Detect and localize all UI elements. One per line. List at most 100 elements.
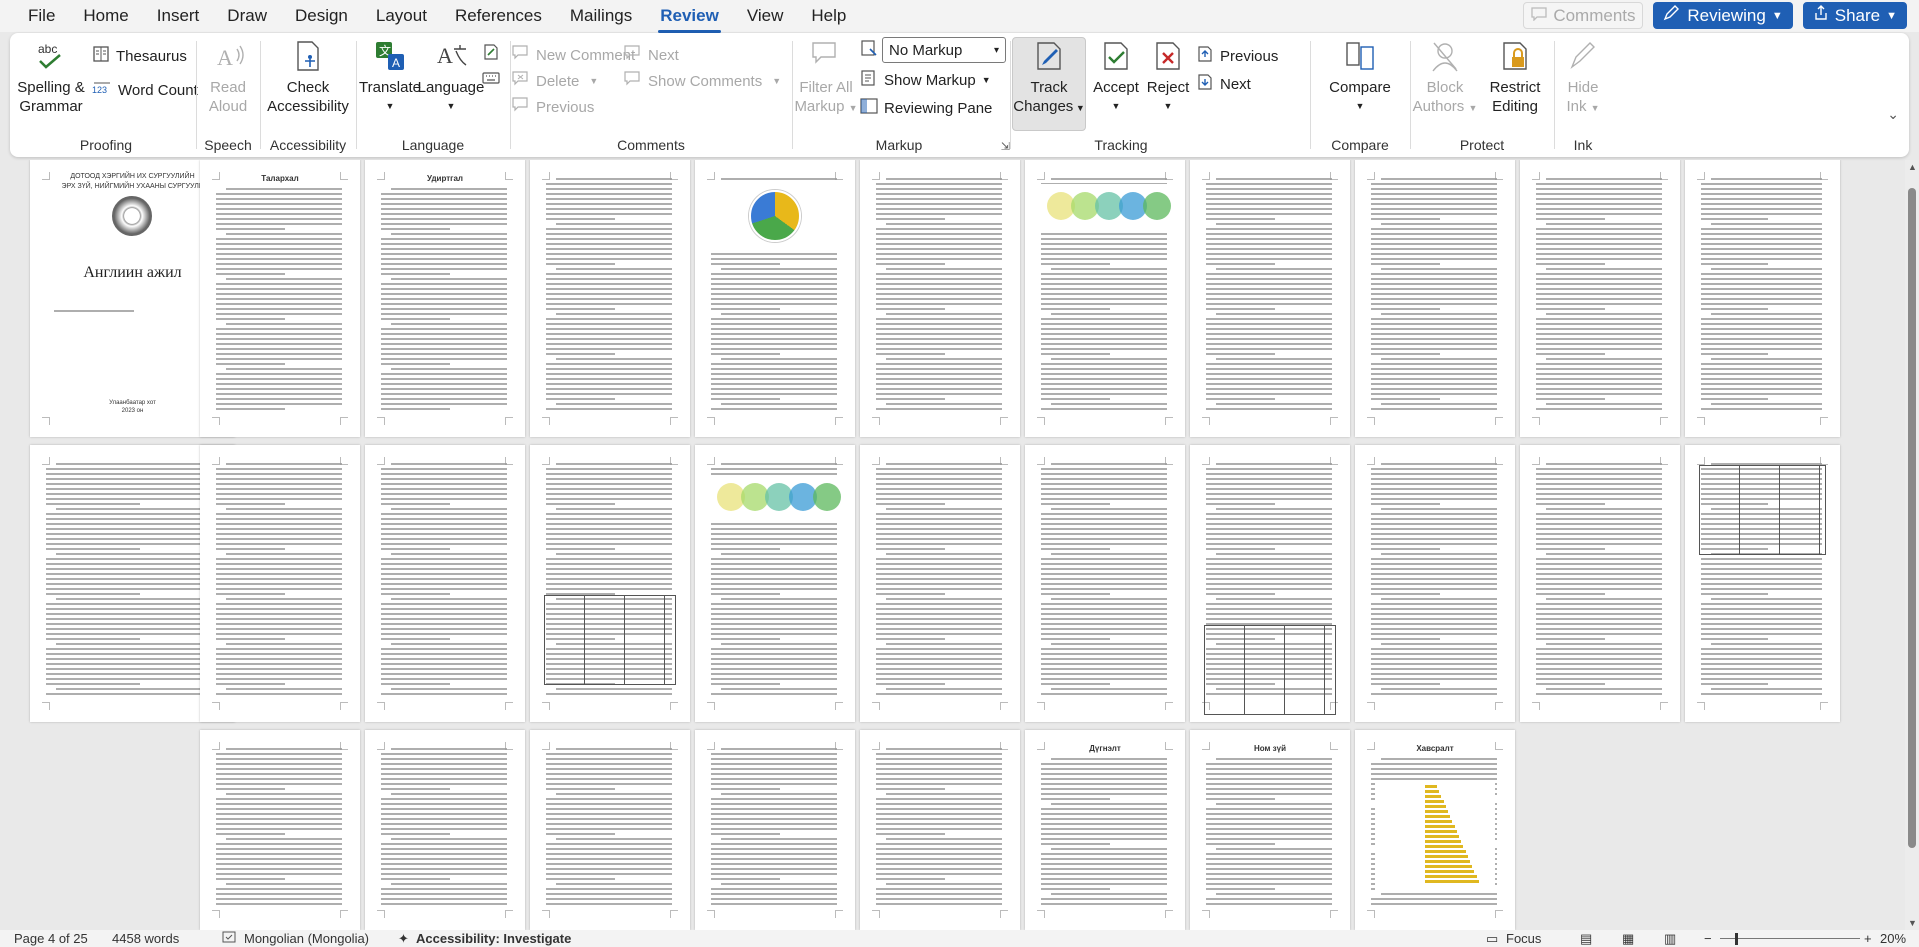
text-line: [876, 208, 1002, 210]
text-line: [1206, 393, 1332, 395]
vertical-scrollbar[interactable]: ▲ ▼: [1905, 160, 1919, 930]
page-thumbnail[interactable]: [365, 445, 525, 722]
text-line: [381, 493, 507, 495]
filter-all-markup-button[interactable]: Filter All Markup ▼: [794, 39, 858, 118]
page-thumbnail[interactable]: [365, 730, 525, 930]
page-thumbnail[interactable]: [200, 730, 360, 930]
document-canvas[interactable]: ДОТООД ХЭРГИЙН ИХ СУРГУУЛИЙН ЭРХ ЗҮЙ, НИ…: [0, 160, 1905, 930]
focus-mode-button[interactable]: Focus: [1506, 931, 1541, 946]
page-thumbnail[interactable]: [695, 160, 855, 437]
page-thumbnail[interactable]: [1355, 160, 1515, 437]
restrict-editing-button[interactable]: Restrict Editing: [1482, 39, 1548, 116]
show-comments-button[interactable]: Show Comments ▼: [624, 71, 781, 91]
group-separator: [1410, 41, 1411, 149]
tab-file[interactable]: File: [26, 2, 57, 30]
page-thumbnail[interactable]: Ном зүй: [1190, 730, 1350, 930]
spelling-grammar-button[interactable]: abc Spelling & Grammar: [16, 39, 86, 116]
page-thumbnail[interactable]: [1520, 160, 1680, 437]
page-thumbnail[interactable]: [1685, 160, 1840, 437]
hide-ink-button[interactable]: Hide Ink ▼: [1556, 39, 1610, 118]
page-thumbnail[interactable]: [860, 730, 1020, 930]
compare-button[interactable]: Compare ▼: [1312, 39, 1408, 116]
page-thumbnail[interactable]: [530, 730, 690, 930]
tab-mailings[interactable]: Mailings: [568, 2, 634, 30]
scroll-down-arrow-icon[interactable]: ▼: [1908, 918, 1917, 928]
page-thumbnail[interactable]: [695, 445, 855, 722]
show-markup-button[interactable]: Show Markup ▼: [860, 69, 991, 91]
page-thumbnail[interactable]: [1520, 445, 1680, 722]
new-comment-button[interactable]: New Comment: [512, 45, 635, 65]
page-thumbnail[interactable]: [1190, 445, 1350, 722]
previous-comment-button[interactable]: Previous: [512, 97, 594, 117]
zoom-slider-thumb[interactable]: [1735, 933, 1738, 945]
tab-insert[interactable]: Insert: [155, 2, 202, 30]
page-thumbnail[interactable]: [1355, 445, 1515, 722]
next-comment-button[interactable]: Next: [624, 45, 679, 65]
translate-button[interactable]: 文A Translate ▼: [358, 39, 422, 116]
reject-button[interactable]: Reject ▼: [1142, 39, 1194, 116]
scrollbar-thumb[interactable]: [1908, 188, 1916, 848]
print-layout-icon[interactable]: ▦: [1622, 931, 1634, 947]
reviewing-mode-button[interactable]: Reviewing ▼: [1653, 2, 1793, 29]
page-thumbnail[interactable]: [695, 730, 855, 930]
tab-review[interactable]: Review: [658, 2, 721, 33]
page-thumbnail[interactable]: [530, 445, 690, 722]
tab-layout[interactable]: Layout: [374, 2, 429, 30]
dialog-launcher-icon[interactable]: ⇲: [1001, 140, 1010, 153]
page-thumbnail[interactable]: [1025, 160, 1185, 437]
page-indicator[interactable]: Page 4 of 25: [14, 931, 88, 946]
text-line: [1536, 573, 1662, 575]
zoom-level[interactable]: 20%: [1880, 931, 1906, 946]
zoom-out-icon[interactable]: −: [1704, 931, 1712, 946]
page-thumbnail[interactable]: [200, 445, 360, 722]
page-thumbnail[interactable]: [1025, 445, 1185, 722]
language-extra-icon-button[interactable]: [482, 43, 500, 65]
read-mode-icon[interactable]: ▤: [1580, 931, 1592, 947]
tab-help[interactable]: Help: [809, 2, 848, 30]
delete-comment-button[interactable]: Delete ▼: [512, 71, 598, 91]
word-count-indicator[interactable]: 4458 words: [112, 931, 179, 946]
thesaurus-button[interactable]: Thesaurus: [92, 45, 187, 67]
block-authors-button[interactable]: Block Authors ▼: [1412, 39, 1478, 118]
language-button[interactable]: A Language ▼: [418, 39, 485, 116]
text-line: [1701, 568, 1822, 570]
word-count-button[interactable]: 123 Word Count: [92, 79, 198, 101]
collapse-ribbon-icon[interactable]: ⌄: [1887, 106, 1899, 123]
text-line: [1701, 248, 1822, 250]
tab-draw[interactable]: Draw: [225, 2, 269, 30]
scroll-up-arrow-icon[interactable]: ▲: [1908, 162, 1917, 172]
tab-view[interactable]: View: [745, 2, 786, 30]
track-changes-button[interactable]: Track Changes ▼: [1012, 39, 1086, 118]
markup-display-select[interactable]: No Markup ▾: [882, 37, 1006, 63]
page-thumbnail[interactable]: [530, 160, 690, 437]
check-accessibility-button[interactable]: Check Accessibility: [262, 39, 354, 116]
comments-button[interactable]: Comments: [1523, 2, 1644, 29]
reviewing-pane-button[interactable]: Reviewing Pane ▼: [860, 97, 1025, 119]
text-line: [1536, 493, 1662, 495]
page-thumbnail[interactable]: Талархал: [200, 160, 360, 437]
read-aloud-button[interactable]: A Read Aloud: [198, 39, 258, 116]
tab-design[interactable]: Design: [293, 2, 350, 30]
page-thumbnail[interactable]: Удиртгал: [365, 160, 525, 437]
proofing-status-icon[interactable]: [222, 931, 238, 947]
accessibility-indicator[interactable]: Accessibility: Investigate: [416, 931, 571, 946]
page-thumbnail[interactable]: Дүгнэлт: [1025, 730, 1185, 930]
language-indicator[interactable]: Mongolian (Mongolia): [244, 931, 369, 946]
page-thumbnail[interactable]: [860, 160, 1020, 437]
text-line: [556, 223, 672, 225]
page-thumbnail[interactable]: Хавсралт: [1355, 730, 1515, 930]
next-change-button[interactable]: Next: [1196, 73, 1251, 95]
page-thumbnail[interactable]: [1685, 445, 1840, 722]
page-thumbnail[interactable]: [1190, 160, 1350, 437]
page-thumbnail[interactable]: [860, 445, 1020, 722]
accept-button[interactable]: Accept ▼: [1088, 39, 1144, 116]
web-layout-icon[interactable]: ▥: [1664, 931, 1676, 947]
text-line: [1041, 853, 1167, 855]
previous-change-button[interactable]: Previous: [1196, 45, 1278, 67]
zoom-slider[interactable]: [1720, 938, 1860, 939]
tab-home[interactable]: Home: [81, 2, 130, 30]
tab-references[interactable]: References: [453, 2, 544, 30]
keyboard-button[interactable]: [482, 71, 500, 89]
share-button[interactable]: Share ▼: [1802, 2, 1907, 29]
zoom-in-icon[interactable]: +: [1864, 931, 1872, 946]
